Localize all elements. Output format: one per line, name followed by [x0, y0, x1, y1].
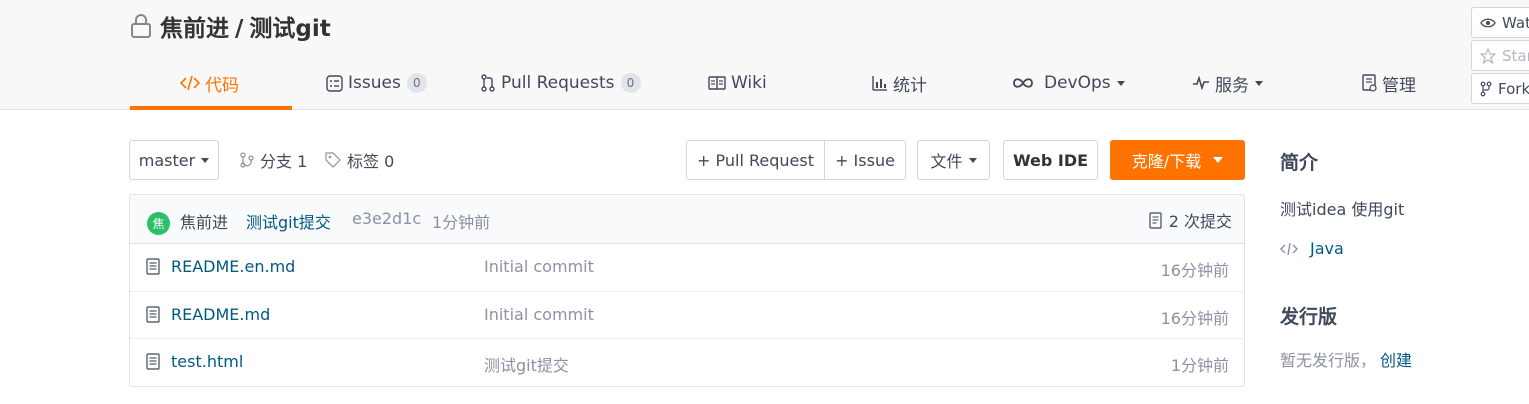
repo-title: 焦前进 / 测试git	[130, 10, 331, 42]
release-heading: 发行版	[1280, 306, 1338, 328]
tab-code-label: 代码	[205, 75, 239, 96]
branches-label: 分支 1	[260, 152, 308, 171]
fork-icon	[1480, 81, 1492, 97]
tab-services-label: 服务	[1215, 75, 1249, 96]
commit-author[interactable]: 焦前进	[180, 209, 228, 233]
new-issue-button[interactable]: + Issue	[825, 141, 905, 179]
infinity-icon	[1012, 77, 1034, 89]
repo-owner-link[interactable]: 焦前进	[160, 16, 229, 42]
files-dropdown[interactable]: 文件	[917, 140, 990, 180]
clone-download-label: 克隆/下载	[1131, 152, 1202, 171]
last-commit-row: 焦 焦前进 测试git提交 e3e2d1c 1分钟前 2 次提交	[130, 195, 1244, 244]
intro-heading: 简介	[1280, 152, 1319, 174]
create-release-link[interactable]: 创建	[1380, 351, 1412, 370]
file-commit-message[interactable]: Initial commit	[484, 305, 594, 324]
commit-sha[interactable]: e3e2d1c	[352, 209, 421, 228]
watch-label: Watch	[1502, 13, 1529, 32]
tags-link[interactable]: 标签 0	[325, 140, 394, 180]
repo-header: 焦前进/测试git 代码 Issues 0 Pull Requests 0	[0, 0, 1529, 110]
release-empty-text: 暂无发行版，	[1280, 351, 1377, 370]
watch-button[interactable]: Watch	[1471, 7, 1529, 38]
file-commit-time: 16分钟前	[1160, 308, 1229, 328]
branch-select[interactable]: master	[129, 140, 219, 180]
tab-pull-requests[interactable]: Pull Requests 0	[480, 56, 641, 110]
new-pull-request-button[interactable]: + Pull Request	[687, 141, 825, 179]
chevron-down-icon	[201, 157, 210, 163]
repo-side-actions: Watch Star Fork	[1471, 7, 1529, 106]
tag-icon	[325, 152, 341, 168]
bar-chart-icon	[872, 75, 888, 91]
file-icon	[146, 353, 160, 370]
pull-requests-count-badge: 0	[620, 73, 641, 93]
table-row[interactable]: README.md Initial commit 16分钟前	[130, 292, 1244, 339]
file-table: 焦 焦前进 测试git提交 e3e2d1c 1分钟前 2 次提交 README.…	[129, 194, 1245, 387]
tab-wiki[interactable]: Wiki	[708, 56, 767, 110]
file-icon	[146, 305, 160, 323]
active-tab-underline	[130, 106, 292, 110]
tab-pull-requests-label: Pull Requests	[501, 73, 615, 93]
clone-download-button[interactable]: 克隆/下载	[1110, 140, 1245, 180]
code-icon	[1280, 242, 1298, 256]
table-row[interactable]: README.en.md Initial commit 16分钟前	[130, 244, 1244, 292]
file-icon	[146, 258, 160, 275]
tab-wiki-label: Wiki	[731, 73, 767, 93]
file-name-link[interactable]: README.en.md	[171, 257, 295, 276]
chevron-down-icon	[1255, 80, 1263, 86]
settings-doc-icon	[1362, 74, 1377, 92]
commit-count-link[interactable]: 2 次提交	[1149, 208, 1232, 232]
pulse-icon	[1192, 76, 1210, 90]
repo-name-link[interactable]: 测试git	[249, 16, 330, 42]
chevron-down-icon	[968, 157, 977, 163]
file-commit-time: 16分钟前	[1160, 261, 1229, 280]
file-commit-message[interactable]: 测试git提交	[484, 352, 569, 376]
issues-icon	[326, 74, 343, 92]
code-icon	[180, 75, 200, 91]
tab-services[interactable]: 服务	[1192, 56, 1263, 110]
files-dropdown-label: 文件	[930, 152, 963, 171]
tab-manage[interactable]: 管理	[1362, 56, 1416, 110]
commits-doc-icon	[1149, 211, 1163, 229]
intro-text: 测试idea 使用git	[1280, 200, 1405, 219]
star-icon	[1480, 47, 1496, 64]
fork-label: Fork	[1498, 79, 1529, 98]
commit-count-label: 2 次提交	[1168, 212, 1232, 231]
star-button[interactable]: Star	[1471, 40, 1529, 71]
file-commit-message[interactable]: Initial commit	[484, 257, 594, 276]
web-ide-button[interactable]: Web IDE	[1003, 140, 1098, 180]
tab-issues[interactable]: Issues 0	[326, 56, 427, 110]
tab-stats-label: 统计	[893, 75, 927, 96]
file-name-link[interactable]: test.html	[171, 352, 243, 371]
wiki-icon	[708, 76, 726, 90]
tab-devops-label: DevOps	[1044, 73, 1111, 93]
tab-issues-label: Issues	[348, 73, 401, 93]
tab-devops[interactable]: DevOps	[1012, 56, 1125, 110]
lock-icon	[130, 13, 152, 39]
branch-select-label: master	[138, 150, 196, 170]
tags-label: 标签 0	[347, 152, 395, 171]
new-pr-issue-group: + Pull Request + Issue	[686, 140, 906, 180]
release-info: 暂无发行版， 创建	[1280, 347, 1412, 371]
table-row[interactable]: test.html 测试git提交 1分钟前	[130, 339, 1244, 386]
tab-code[interactable]: 代码	[180, 56, 239, 110]
branch-icon	[240, 152, 254, 168]
chevron-down-icon	[1116, 80, 1125, 86]
file-commit-time: 1分钟前	[1170, 356, 1229, 375]
branches-link[interactable]: 分支 1	[240, 140, 307, 180]
tab-manage-label: 管理	[1382, 75, 1416, 96]
language-link[interactable]: Java	[1280, 239, 1344, 258]
pull-request-icon	[480, 74, 496, 92]
avatar[interactable]: 焦	[147, 212, 170, 235]
commit-time: 1分钟前	[432, 213, 491, 232]
star-label: Star	[1502, 46, 1529, 65]
language-label: Java	[1310, 239, 1344, 258]
issues-count-badge: 0	[406, 73, 427, 93]
chevron-down-icon	[1213, 157, 1224, 163]
file-name-link[interactable]: README.md	[171, 305, 270, 324]
repo-separator: /	[235, 16, 244, 42]
tab-stats[interactable]: 统计	[872, 56, 927, 110]
commit-message-link[interactable]: 测试git提交	[246, 209, 331, 233]
fork-button[interactable]: Fork	[1471, 73, 1529, 104]
eye-icon	[1480, 17, 1496, 29]
